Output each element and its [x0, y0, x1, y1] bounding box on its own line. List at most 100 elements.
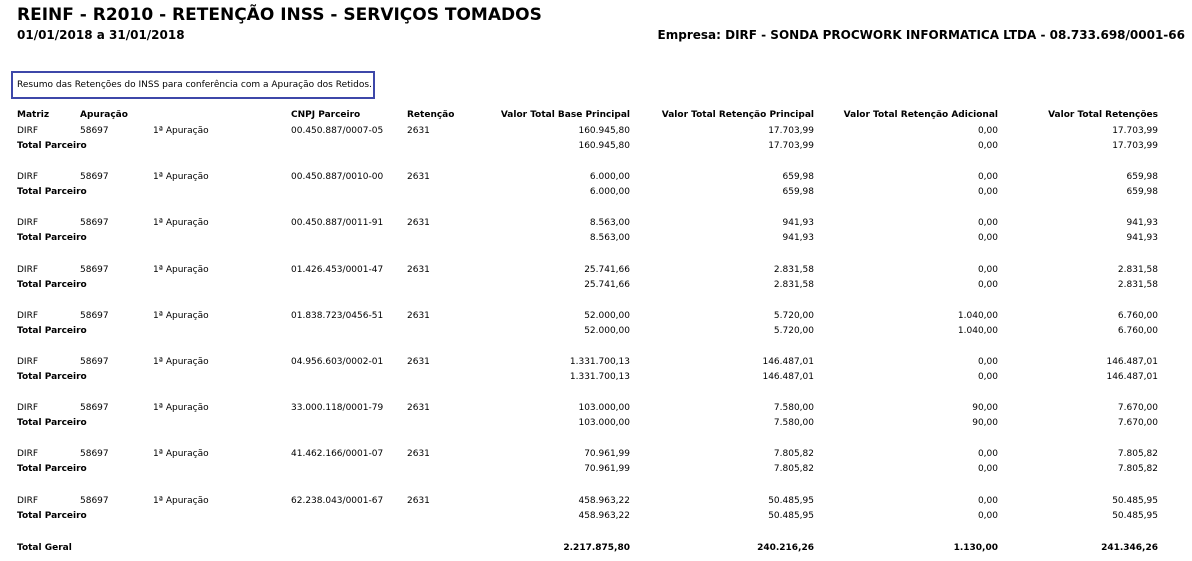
subtotal-ret-total: 17.703,99 — [1112, 141, 1158, 151]
row-matriz: DIRF — [17, 126, 39, 136]
row-apuracao: 58697 — [80, 357, 109, 367]
subtotal-base: 458.963,22 — [578, 511, 630, 521]
row-apuracao: 58697 — [80, 403, 109, 413]
row-apuracao: 58697 — [80, 496, 109, 506]
row-tipo: 1ª Apuração — [153, 311, 209, 321]
subtotal-ret-adicional: 0,00 — [977, 141, 998, 151]
row-matriz: DIRF — [17, 449, 39, 459]
col-header-ret-adicional: Valor Total Retenção Adicional — [843, 110, 998, 120]
total-geral-ret-principal: 240.216,26 — [757, 543, 814, 553]
subtotal-ret-principal: 146.487,01 — [762, 372, 814, 382]
subtotal-ret-adicional: 0,00 — [977, 372, 998, 382]
subtotal-base: 25.741,66 — [584, 280, 630, 290]
row-retencao: 2631 — [407, 403, 430, 413]
subtotal-label: Total Parceiro — [17, 141, 87, 151]
subtotal-ret-adicional: 0,00 — [977, 511, 998, 521]
subtotal-ret-total: 941,93 — [1126, 233, 1159, 243]
row-base: 103.000,00 — [578, 403, 630, 413]
row-ret-total: 941,93 — [1126, 218, 1159, 228]
row-retencao: 2631 — [407, 218, 430, 228]
row-ret-principal: 659,98 — [782, 172, 815, 182]
col-header-retencao: Retenção — [407, 110, 455, 120]
subtotal-ret-principal: 7.805,82 — [773, 464, 814, 474]
subtotal-label: Total Parceiro — [17, 464, 87, 474]
subtotal-base: 70.961,99 — [584, 464, 630, 474]
row-base: 160.945,80 — [578, 126, 630, 136]
subtotal-ret-adicional: 0,00 — [977, 187, 998, 197]
row-cnpj: 01.426.453/0001-47 — [291, 265, 384, 275]
row-ret-principal: 7.805,82 — [773, 449, 814, 459]
subtotal-base: 103.000,00 — [578, 418, 630, 428]
row-cnpj: 04.956.603/0002-01 — [291, 357, 384, 367]
row-matriz: DIRF — [17, 357, 39, 367]
subtotal-ret-total: 7.670,00 — [1117, 418, 1158, 428]
row-base: 8.563,00 — [589, 218, 630, 228]
row-cnpj: 41.462.166/0001-07 — [291, 449, 384, 459]
row-ret-total: 6.760,00 — [1117, 311, 1158, 321]
subtotal-base: 52.000,00 — [584, 326, 630, 336]
row-ret-total: 50.485,95 — [1112, 496, 1158, 506]
row-apuracao: 58697 — [80, 311, 109, 321]
subtotal-label: Total Parceiro — [17, 511, 87, 521]
row-tipo: 1ª Apuração — [153, 218, 209, 228]
col-header-matriz: Matriz — [17, 110, 50, 120]
row-ret-adicional: 0,00 — [977, 218, 998, 228]
subtotal-ret-principal: 17.703,99 — [768, 141, 814, 151]
col-header-apuracao: Apuração — [80, 110, 128, 120]
subtotal-label: Total Parceiro — [17, 280, 87, 290]
row-base: 1.331.700,13 — [569, 357, 630, 367]
subtotal-ret-total: 50.485,95 — [1112, 511, 1158, 521]
row-ret-total: 7.670,00 — [1117, 403, 1158, 413]
row-tipo: 1ª Apuração — [153, 403, 209, 413]
row-ret-principal: 2.831,58 — [773, 265, 814, 275]
subtotal-label: Total Parceiro — [17, 372, 87, 382]
subtotal-ret-principal: 659,98 — [782, 187, 815, 197]
row-ret-total: 146.487,01 — [1106, 357, 1158, 367]
col-header-base: Valor Total Base Principal — [500, 110, 630, 120]
row-retencao: 2631 — [407, 172, 430, 182]
row-cnpj: 00.450.887/0011-91 — [291, 218, 384, 228]
row-ret-adicional: 0,00 — [977, 449, 998, 459]
row-ret-adicional: 0,00 — [977, 126, 998, 136]
subtotal-ret-total: 146.487,01 — [1106, 372, 1158, 382]
row-retencao: 2631 — [407, 449, 430, 459]
row-base: 70.961,99 — [584, 449, 630, 459]
row-matriz: DIRF — [17, 218, 39, 228]
subtotal-base: 8.563,00 — [589, 233, 630, 243]
col-header-ret-principal: Valor Total Retenção Principal — [661, 110, 814, 120]
row-cnpj: 01.838.723/0456-51 — [291, 311, 384, 321]
col-header-ret-total: Valor Total Retenções — [1048, 110, 1158, 120]
row-retencao: 2631 — [407, 496, 430, 506]
subtotal-ret-adicional: 90,00 — [972, 418, 998, 428]
total-geral-ret-adicional: 1.130,00 — [953, 543, 998, 553]
subtotal-ret-adicional: 0,00 — [977, 464, 998, 474]
row-matriz: DIRF — [17, 403, 39, 413]
subtotal-ret-principal: 5.720,00 — [773, 326, 814, 336]
subtotal-label: Total Parceiro — [17, 326, 87, 336]
row-ret-total: 659,98 — [1126, 172, 1159, 182]
subtotal-ret-total: 7.805,82 — [1117, 464, 1158, 474]
subtotal-base: 1.331.700,13 — [569, 372, 630, 382]
row-ret-principal: 5.720,00 — [773, 311, 814, 321]
row-retencao: 2631 — [407, 311, 430, 321]
row-base: 6.000,00 — [589, 172, 630, 182]
total-geral-ret-total: 241.346,26 — [1101, 543, 1158, 553]
row-retencao: 2631 — [407, 265, 430, 275]
row-matriz: DIRF — [17, 311, 39, 321]
row-base: 52.000,00 — [584, 311, 630, 321]
row-tipo: 1ª Apuração — [153, 265, 209, 275]
row-apuracao: 58697 — [80, 218, 109, 228]
row-ret-adicional: 0,00 — [977, 496, 998, 506]
row-tipo: 1ª Apuração — [153, 172, 209, 182]
row-ret-principal: 50.485,95 — [768, 496, 814, 506]
row-tipo: 1ª Apuração — [153, 126, 209, 136]
subtotal-ret-total: 2.831,58 — [1117, 280, 1158, 290]
subtotal-ret-adicional: 0,00 — [977, 233, 998, 243]
row-ret-adicional: 0,00 — [977, 357, 998, 367]
row-ret-principal: 17.703,99 — [768, 126, 814, 136]
row-retencao: 2631 — [407, 126, 430, 136]
subtotal-ret-adicional: 0,00 — [977, 280, 998, 290]
row-base: 25.741,66 — [584, 265, 630, 275]
subtotal-label: Total Parceiro — [17, 418, 87, 428]
row-cnpj: 00.450.887/0010-00 — [291, 172, 384, 182]
